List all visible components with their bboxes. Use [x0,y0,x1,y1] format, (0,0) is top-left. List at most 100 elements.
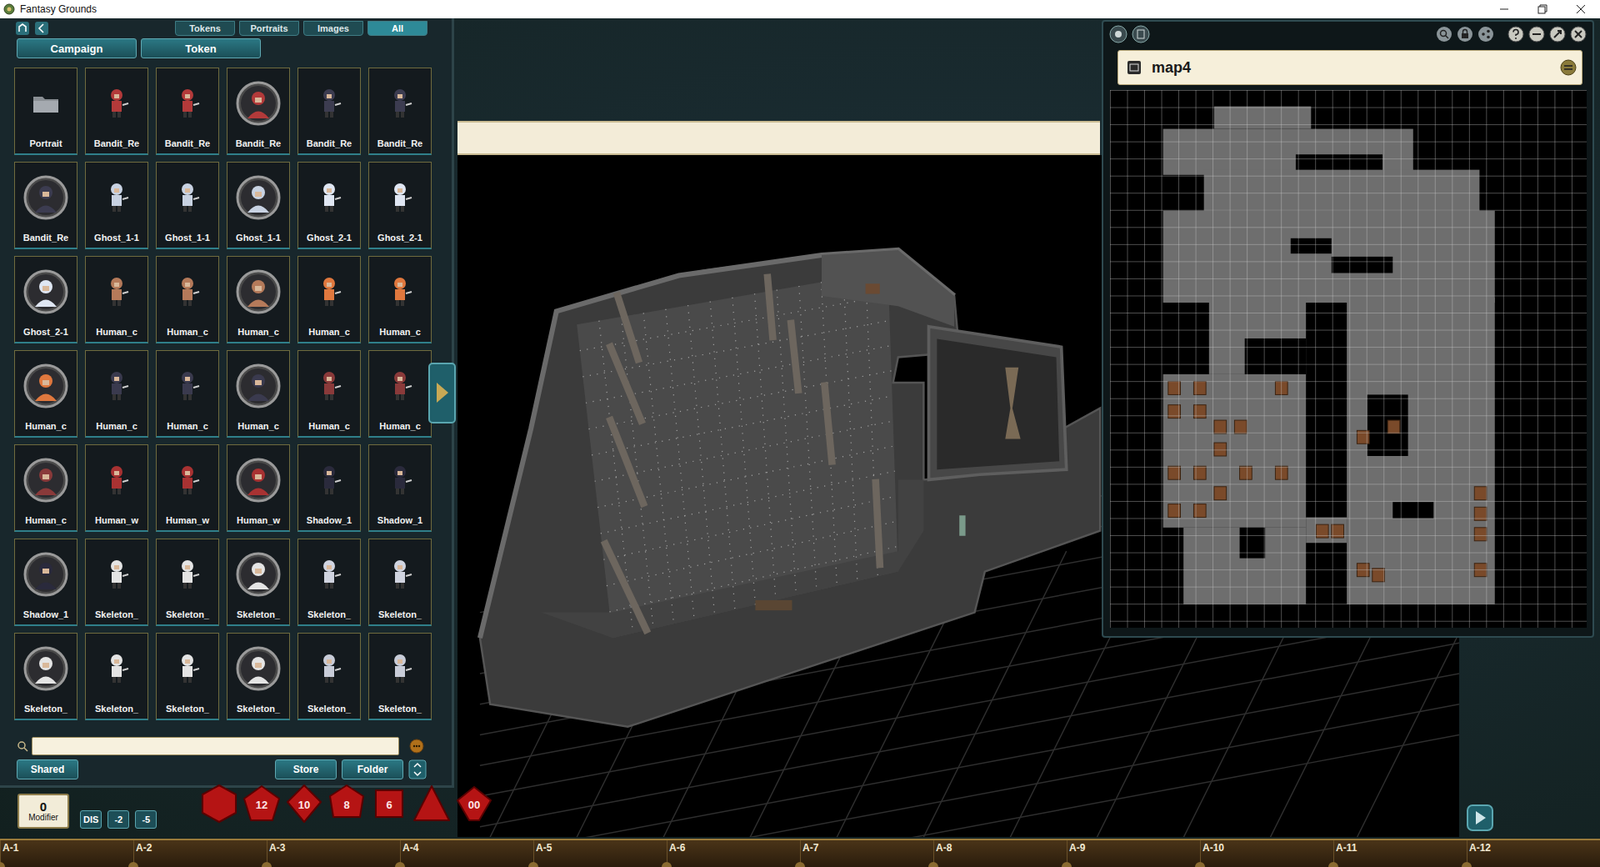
modifier-button[interactable]: DIS [80,810,102,829]
play-icon[interactable] [1466,804,1494,831]
token-tile[interactable]: Skeleton_ [297,632,361,720]
token-tile[interactable]: Human_c [297,350,361,438]
token-tile[interactable]: Human_c [155,350,220,438]
token-tile[interactable]: Ghost_1-1 [85,161,149,250]
token-tile[interactable]: Human_c [14,444,78,532]
token-tile[interactable]: Human_c [155,255,220,344]
close-icon[interactable] [1561,0,1600,19]
hotkey-slot[interactable]: A-10 [1200,840,1334,867]
token-tile[interactable]: Skeleton_ [368,632,432,720]
token-tile[interactable]: Human_w [85,444,149,532]
filter-options-icon[interactable] [409,738,425,754]
modifier-label: Modifier [28,812,59,822]
map-image[interactable] [1110,90,1587,628]
filter-button[interactable]: Token [140,38,261,59]
token-tile[interactable]: Shadow_1 [14,538,78,626]
token-tile[interactable]: Skeleton_ [85,538,149,626]
token-tile[interactable]: Human_w [155,444,220,532]
d100-die-icon[interactable]: 00 [454,783,495,824]
token-tile[interactable]: Skeleton_ [226,538,290,626]
token-tile[interactable]: Bandit_Re [155,67,220,155]
maximize-icon[interactable] [1548,25,1567,44]
d20-die-icon[interactable] [199,783,240,824]
token-tile[interactable]: Portrait [14,67,78,155]
token-tile[interactable]: Ghost_2-1 [368,161,432,250]
token-tile[interactable]: Skeleton_ [368,538,432,626]
shared-button[interactable]: Shared [16,759,79,780]
hotkey-slot[interactable]: A-1 [0,840,134,867]
close-window-icon[interactable] [1569,25,1588,44]
token-tile[interactable]: Skeleton_ [85,632,149,720]
asset-action-button[interactable]: Store [275,759,337,780]
layers-icon[interactable] [1130,24,1151,45]
hotkey-slot[interactable]: A-2 [133,840,267,867]
d10-die-icon[interactable]: 10 [284,783,325,824]
hotkey-slot[interactable]: A-7 [800,840,934,867]
back-icon[interactable] [34,20,50,36]
asset-tab[interactable]: Tokens [175,20,235,36]
hotkey-slot[interactable]: A-8 [933,840,1067,867]
token-tile[interactable]: Human_c [14,350,78,438]
token-tile[interactable]: Skeleton_ [14,632,78,720]
token-tile[interactable]: Bandit_Re [14,161,78,250]
token-tile[interactable]: Bandit_Re [297,67,361,155]
hotkey-slot[interactable]: A-3 [266,840,400,867]
modifier-button[interactable]: -5 [135,810,157,829]
token-tile[interactable]: Human_c [297,255,361,344]
link-icon[interactable] [1476,25,1495,44]
hotkey-slot[interactable]: A-6 [666,840,800,867]
zoom-icon[interactable] [1435,25,1454,44]
hotkey-slot[interactable]: A-12 [1466,840,1600,867]
token-tile[interactable]: Bandit_Re [85,67,149,155]
hotkey-slot[interactable]: A-4 [400,840,534,867]
token-tile[interactable]: Bandit_Re [226,67,290,155]
hotkey-slot[interactable]: A-5 [533,840,667,867]
token-tile[interactable]: Skeleton_ [155,538,220,626]
d8-die-icon[interactable]: 8 [326,783,367,824]
image-window[interactable]: map4 [1101,20,1595,638]
lock-icon[interactable] [1455,25,1475,44]
minimize-icon[interactable] [1485,0,1524,19]
token-tile[interactable]: Ghost_2-1 [297,161,361,250]
token-tile[interactable]: Ghost_1-1 [226,161,290,250]
modifier-box[interactable]: 0Modifier [17,793,70,829]
home-icon[interactable] [15,20,30,36]
token-tile[interactable]: Ghost_2-1 [14,255,78,344]
token-tile[interactable]: Human_c [85,350,149,438]
token-tile[interactable]: Shadow_1 [297,444,361,532]
menu-icon[interactable] [1560,59,1577,76]
asset-tab[interactable]: All [367,20,428,36]
restore-icon[interactable] [1523,0,1562,19]
filter-button[interactable]: Campaign [16,38,137,59]
token-tile[interactable]: Human_c [226,350,290,438]
token-tile[interactable]: Skeleton_ [297,538,361,626]
modifier-button[interactable]: -2 [107,810,130,829]
hotkey-slot[interactable]: A-11 [1333,840,1467,867]
d4-die-icon[interactable] [411,783,452,824]
expand-arrow-icon[interactable] [428,362,456,424]
token-tile[interactable]: Human_c [226,255,290,344]
token-tile[interactable]: Human_c [85,255,149,344]
token-tile[interactable]: Ghost_1-1 [155,161,220,250]
d6-die-icon[interactable]: 6 [369,783,410,824]
d12-die-icon[interactable]: 12 [241,783,282,824]
search-field[interactable] [31,736,400,755]
token-tile[interactable]: Bandit_Re [368,67,432,155]
share-icon[interactable] [1108,24,1129,45]
token-tile[interactable]: Shadow_1 [368,444,432,532]
token-tile[interactable]: Human_c [368,350,432,438]
toggle-icon[interactable] [408,759,427,780]
token-tile[interactable]: Skeleton_ [155,632,220,720]
asset-action-button[interactable]: Folder [341,759,404,780]
token-tile[interactable]: Skeleton_ [226,632,290,720]
image-link-icon[interactable] [1126,60,1142,75]
token-tile[interactable]: Human_c [368,255,432,344]
help-icon[interactable] [1506,25,1525,44]
asset-tab[interactable]: Portraits [239,20,300,36]
hotkey-slot[interactable]: A-9 [1066,840,1200,867]
minimize-window-icon[interactable] [1527,25,1546,44]
asset-tab[interactable]: Images [303,20,364,36]
chat-entry-bar[interactable] [457,120,1100,155]
image-title-field[interactable]: map4 [1117,50,1583,85]
token-tile[interactable]: Human_w [226,444,290,532]
